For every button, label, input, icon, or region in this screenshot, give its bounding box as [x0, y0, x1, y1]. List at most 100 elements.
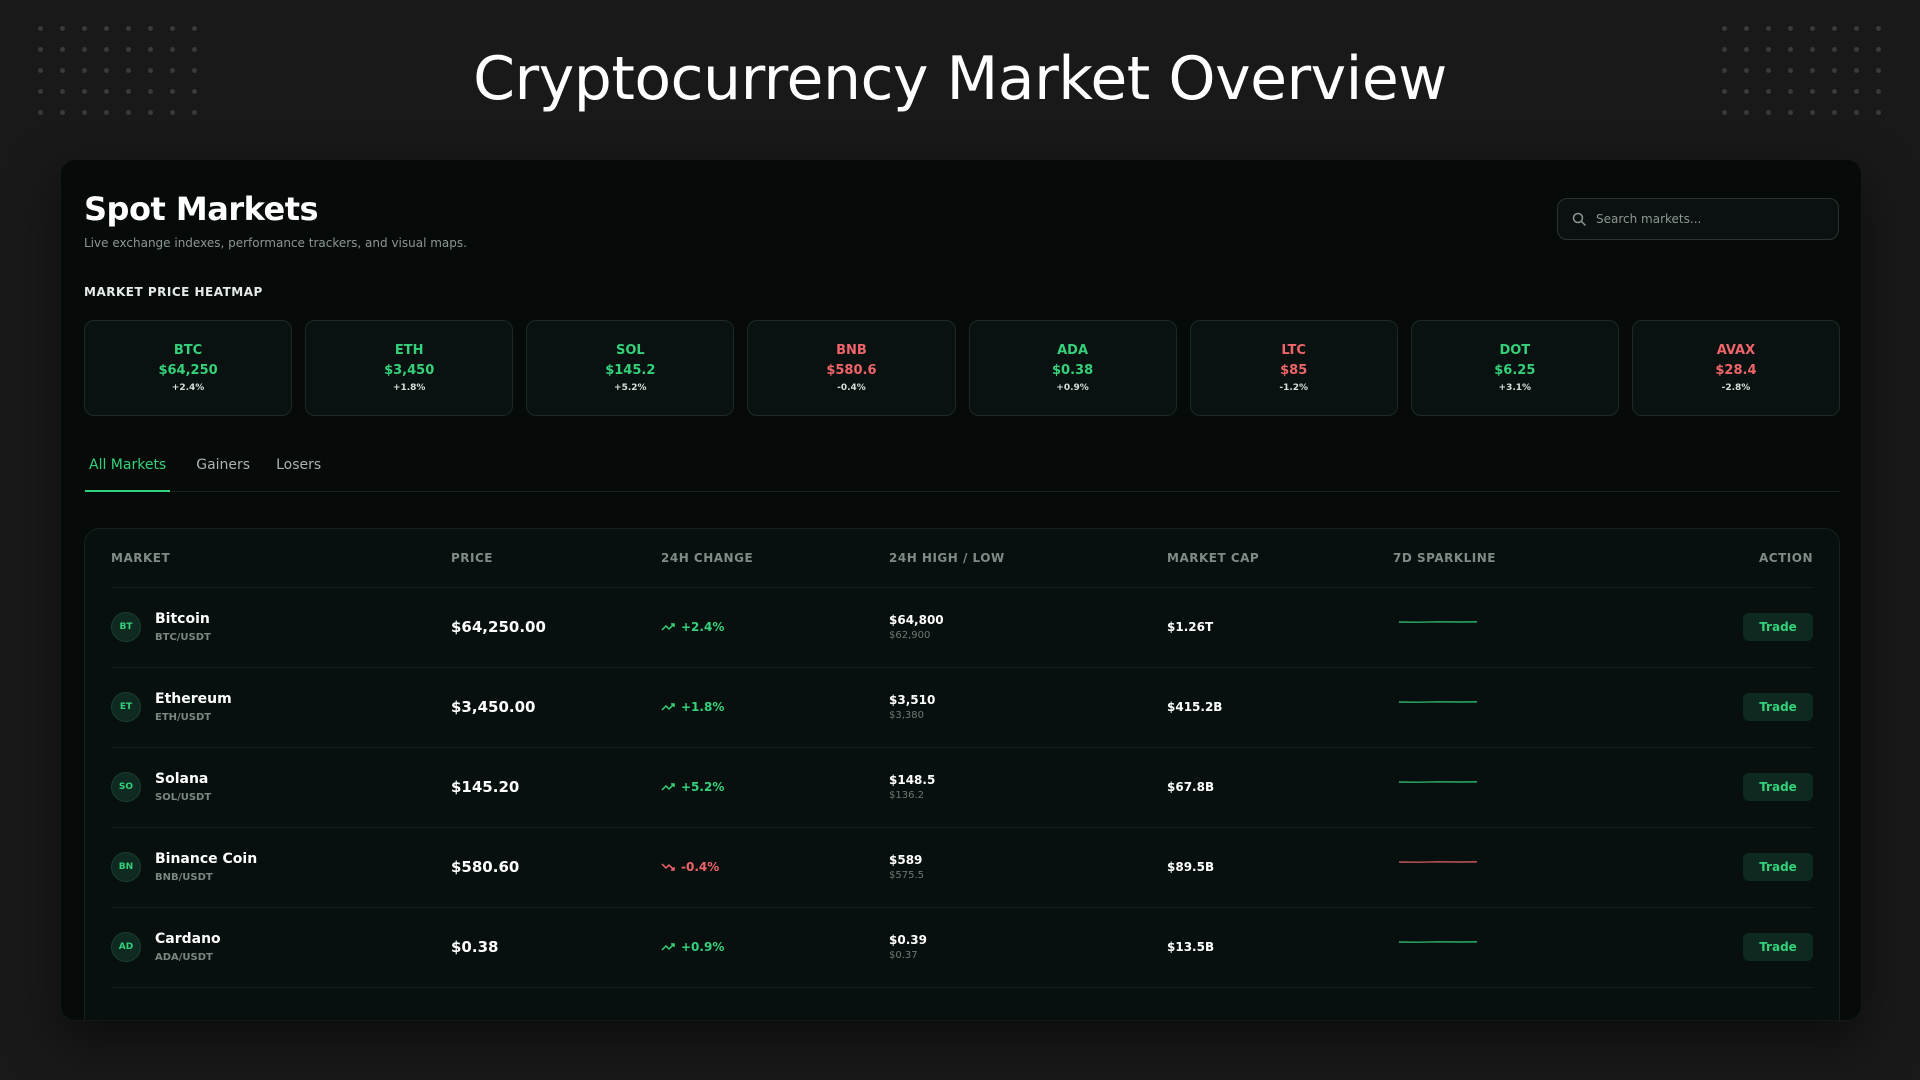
heatmap-change: +0.9% [1056, 383, 1089, 393]
heatmap-symbol: LTC [1281, 343, 1306, 358]
asset-avatar: SO [111, 772, 141, 802]
trade-button[interactable]: Trade [1743, 613, 1813, 641]
asset-avatar: BN [111, 852, 141, 882]
table-row[interactable]: AD Cardano ADA/USDT $0.38 +0.9% $0.39 $0.37 $13… [111, 907, 1813, 988]
cell-market-cap: $415.2B [1167, 667, 1393, 748]
trend-up-icon [661, 783, 675, 791]
markets-table-panel: MARKET PRICE 24H CHANGE 24H HIGH / LOW MARKE… [84, 528, 1840, 1020]
asset-text: Ethereum ETH/USDT [155, 691, 232, 723]
cell-market-cap: $89.5B [1167, 827, 1393, 908]
high-value: $0.39 [889, 933, 927, 947]
low-value: $0.37 [889, 950, 918, 961]
asset-pair: BNB/USDT [155, 872, 213, 883]
change-value: +1.8% [661, 700, 889, 714]
markets-table: MARKET PRICE 24H CHANGE 24H HIGH / LOW MARKE… [111, 529, 1813, 988]
tab-gainers[interactable]: Gainers [196, 452, 250, 492]
cell-action: Trade [1633, 667, 1813, 748]
low-value: $3,380 [889, 710, 924, 721]
cell-high-low: $3,510 $3,380 [889, 667, 1167, 748]
cell-change: +1.8% [661, 667, 889, 748]
heatmap-tile[interactable]: AVAX $28.4 -2.8% [1631, 320, 1840, 416]
heatmap-change: -1.2% [1279, 383, 1309, 393]
sparkline [1398, 861, 1478, 863]
cell-change: +2.4% [661, 587, 889, 668]
cell-market-cap: $67.8B [1167, 747, 1393, 828]
table-row[interactable]: BT Bitcoin BTC/USDT $64,250.00 +2.4% $64,800 $… [111, 587, 1813, 668]
app-window: Spot Markets Live exchange indexes, perf… [61, 160, 1861, 1020]
asset-pair: BTC/USDT [155, 632, 211, 643]
table-row[interactable]: ET Ethereum ETH/USDT $3,450.00 +1.8% $3,510 $3… [111, 667, 1813, 748]
change-value: -0.4% [661, 860, 889, 874]
heatmap-tile[interactable]: SOL $145.2 +5.2% [526, 320, 735, 416]
change-value: +2.4% [661, 620, 889, 634]
cell-price: $580.60 [451, 827, 661, 908]
asset-name: Ethereum [155, 691, 232, 707]
cell-price: $3,450.00 [451, 667, 661, 748]
heatmap-price: $64,250 [158, 363, 218, 378]
heatmap-change: +1.8% [392, 383, 426, 393]
decorative-dot [38, 26, 43, 31]
asset-name: Solana [155, 771, 209, 787]
heatmap-tile[interactable]: ETH $3,450 +1.8% [305, 320, 514, 416]
asset-info: BN Binance Coin BNB/USDT [111, 851, 451, 883]
table-body: BT Bitcoin BTC/USDT $64,250.00 +2.4% $64,800 $… [111, 587, 1813, 988]
heatmap-symbol: ETH [394, 343, 424, 358]
cell-price: $145.20 [451, 747, 661, 828]
search-box[interactable] [1557, 198, 1839, 240]
table-header-row: MARKET PRICE 24H CHANGE 24H HIGH / LOW MARKE… [111, 529, 1813, 588]
decorative-dot [1810, 26, 1815, 31]
trade-button[interactable]: Trade [1743, 693, 1813, 721]
page-title: Spot Markets [84, 190, 319, 228]
cell-action: Trade [1633, 747, 1813, 828]
heatmap-tile[interactable]: DOT $6.25 +3.1% [1410, 320, 1619, 416]
cell-action: Trade [1633, 827, 1813, 908]
high-value: $64,800 [889, 613, 944, 627]
column-header-price: PRICE [451, 529, 661, 588]
cell-action: Trade [1633, 907, 1813, 988]
heatmap-tile[interactable]: LTC $85 -1.2% [1189, 320, 1398, 416]
heatmap-price: $145.2 [605, 363, 656, 378]
asset-name: Cardano [155, 931, 221, 947]
page-subtitle: Live exchange indexes, performance track… [84, 236, 467, 250]
heatmap-change: -2.8% [1721, 383, 1751, 393]
heatmap-symbol: DOT [1499, 343, 1531, 358]
change-text: +1.8% [681, 700, 725, 714]
heatmap-price: $3,450 [384, 363, 435, 378]
asset-pair: SOL/USDT [155, 792, 212, 803]
decorative-dot [170, 26, 175, 31]
change-text: -0.4% [681, 860, 720, 874]
table-row[interactable]: SO Solana SOL/USDT $145.20 +5.2% $148.5 $136.2… [111, 747, 1813, 828]
change-text: +5.2% [681, 780, 725, 794]
heatmap-price: $0.38 [1052, 363, 1094, 378]
sparkline [1398, 621, 1478, 623]
market-heatmap: BTC $64,250 +2.4% ETH $3,450 +1.8% SOL $145.2 +5… [84, 320, 1840, 416]
search-input[interactable] [1596, 212, 1816, 226]
asset-info: BT Bitcoin BTC/USDT [111, 611, 451, 643]
tab-all-markets[interactable]: All Markets [85, 452, 171, 492]
trade-button[interactable]: Trade [1743, 773, 1813, 801]
heatmap-price: $6.25 [1494, 363, 1536, 378]
tab-losers[interactable]: Losers [276, 452, 321, 492]
heatmap-symbol: BNB [836, 343, 867, 358]
asset-text: Cardano ADA/USDT [155, 931, 221, 963]
trade-button[interactable]: Trade [1743, 853, 1813, 881]
heatmap-tile[interactable]: ADA $0.38 +0.9% [968, 320, 1177, 416]
asset-name: Bitcoin [155, 611, 210, 627]
heatmap-tile[interactable]: BTC $64,250 +2.4% [84, 320, 293, 416]
cell-change: -0.4% [661, 827, 889, 908]
heatmap-tile[interactable]: BNB $580.6 -0.4% [747, 320, 956, 416]
table-row[interactable]: BN Binance Coin BNB/USDT $580.60 -0.4% $589 $5… [111, 827, 1813, 908]
cell-market: BN Binance Coin BNB/USDT [111, 827, 451, 908]
decorative-dot [1722, 26, 1727, 31]
main-title: Cryptocurrency Market Overview [473, 44, 1447, 114]
decorative-dot [1876, 26, 1881, 31]
sparkline [1398, 701, 1478, 703]
heatmap-label: MARKET PRICE HEATMAP [84, 285, 263, 299]
low-value: $575.5 [889, 870, 924, 881]
cell-market: BT Bitcoin BTC/USDT [111, 587, 451, 668]
heatmap-change: +2.4% [171, 383, 205, 393]
trade-button[interactable]: Trade [1743, 933, 1813, 961]
column-header-market: MARKET [111, 529, 451, 588]
heatmap-price: $85 [1280, 363, 1308, 378]
asset-text: Bitcoin BTC/USDT [155, 611, 211, 643]
